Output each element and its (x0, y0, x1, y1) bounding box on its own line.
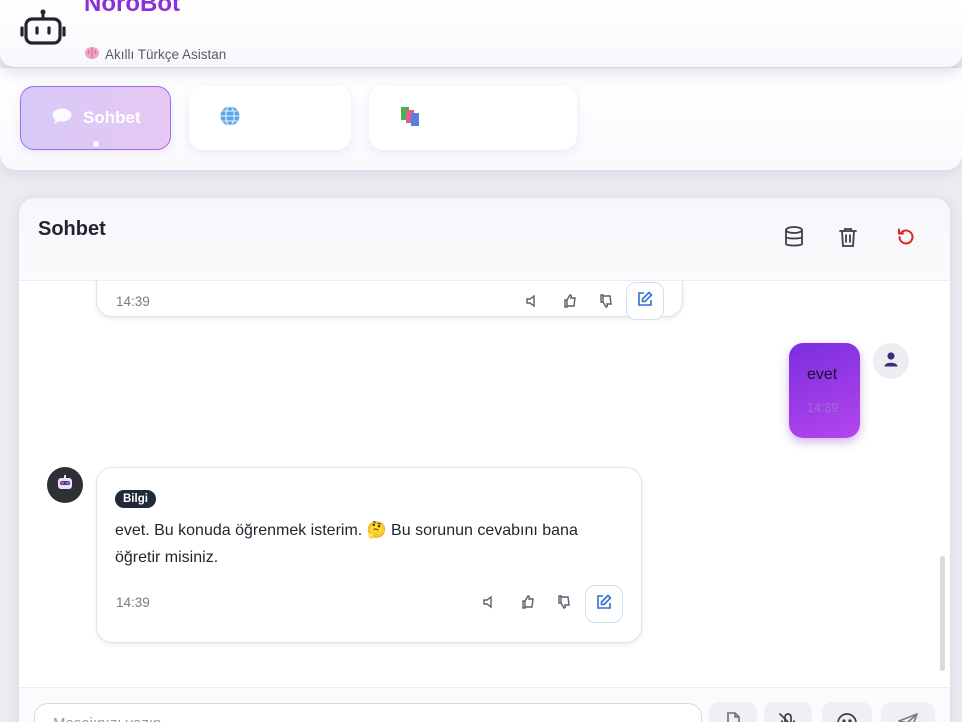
speaker-icon (482, 595, 496, 614)
bot-message: Bilgi evet. Bu konuda öğrenmek isterim. … (96, 467, 642, 643)
chat-scrollbar[interactable] (939, 281, 949, 687)
chat-header: Sohbet (19, 198, 950, 281)
robot-face-icon (56, 474, 74, 497)
bot-message-text: evet. Bu konuda öğrenmek isterim. 🤔 Bu s… (115, 522, 578, 566)
edit-button[interactable] (626, 282, 664, 320)
smiley-icon (836, 712, 858, 722)
tab-bar: Sohbet (0, 68, 962, 170)
tab-books[interactable] (369, 86, 577, 150)
thumbs-up-button[interactable] (561, 293, 579, 313)
thumbs-down-icon (557, 594, 571, 614)
message-time: 14:39 (116, 294, 150, 309)
thumbs-down-button[interactable] (555, 594, 573, 614)
thumbs-up-icon (563, 293, 577, 313)
speaker-icon (525, 294, 539, 313)
reset-chat-button[interactable] (893, 226, 919, 252)
mic-off-icon (778, 712, 798, 722)
attach-file-button[interactable] (709, 702, 757, 722)
brand-subtitle: Akıllı Türkçe Asistan (105, 47, 227, 62)
active-tab-indicator (93, 141, 99, 147)
books-icon (399, 105, 421, 132)
user-message: evet 14:39 (789, 343, 860, 438)
user-message-text: evet (807, 366, 838, 383)
speech-bubble-icon (51, 107, 73, 130)
app-header: NöroBot Akıllı Türkçe Asistan (0, 0, 962, 67)
refresh-icon (896, 227, 916, 252)
bot-avatar (47, 467, 83, 503)
file-icon (725, 712, 741, 722)
edit-icon (596, 593, 612, 615)
message-input[interactable] (34, 703, 702, 722)
database-button[interactable] (781, 225, 807, 254)
voice-off-button[interactable] (764, 702, 812, 722)
brain-icon (84, 46, 100, 63)
message-time: 14:39 (807, 401, 839, 415)
delete-chat-button[interactable] (835, 226, 861, 252)
scroll-thumb[interactable] (940, 556, 945, 671)
chat-title: Sohbet (38, 218, 106, 240)
message-composer (19, 687, 950, 722)
emoji-button[interactable] (822, 702, 872, 722)
globe-icon (219, 105, 241, 132)
speaker-button[interactable] (523, 294, 541, 312)
send-icon (897, 712, 919, 722)
trash-icon (838, 226, 858, 253)
database-icon (783, 225, 805, 254)
thumbs-up-button[interactable] (519, 594, 537, 614)
tab-chat[interactable]: Sohbet (20, 86, 171, 150)
bot-message: 14:39 (96, 281, 683, 320)
user-avatar (873, 343, 909, 379)
thumbs-up-icon (521, 594, 535, 614)
user-icon (883, 351, 899, 372)
thumbs-down-icon (599, 293, 613, 313)
message-time: 14:39 (116, 595, 150, 610)
message-list[interactable]: 14:39 evet 14:39 Bilgi evet. Bu konuda ö… (19, 281, 950, 687)
send-button[interactable] (881, 702, 935, 722)
brand-name: NöroBot (84, 0, 180, 17)
robot-logo-icon (20, 8, 66, 48)
tab-chat-label: Sohbet (83, 108, 141, 127)
thumbs-down-button[interactable] (597, 293, 615, 313)
chat-panel: Sohbet 14:39 evet 14:39 Bilgi evet. Bu k… (19, 198, 950, 722)
edit-button[interactable] (585, 585, 623, 623)
speaker-button[interactable] (480, 595, 498, 613)
tab-web[interactable] (189, 86, 351, 150)
info-badge: Bilgi (115, 490, 156, 508)
edit-icon (637, 290, 653, 312)
